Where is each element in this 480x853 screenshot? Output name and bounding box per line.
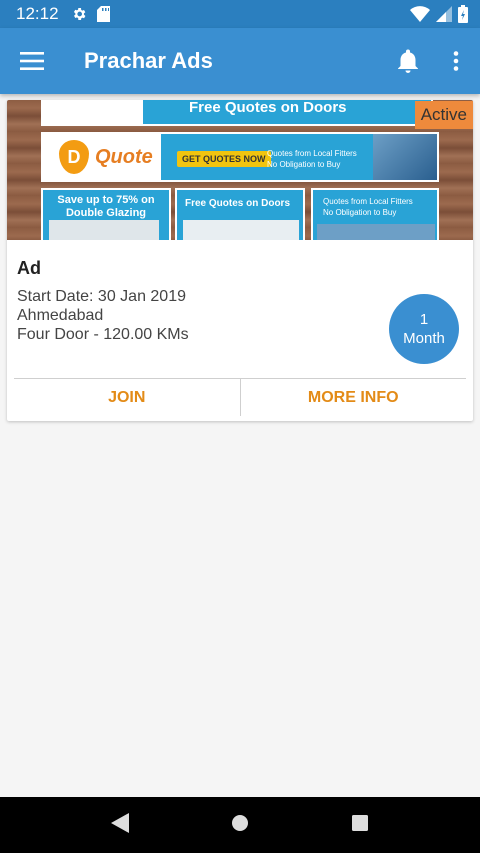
status-bar: 12:12 (0, 0, 480, 28)
banner-bullet: No Obligation to Buy (323, 208, 397, 217)
banner-bullet: No Obligation to Buy (267, 160, 341, 169)
duration-unit: Month (403, 330, 445, 347)
home-button[interactable] (231, 814, 249, 837)
battery-icon (458, 5, 468, 23)
page-title: Prachar Ads (84, 48, 213, 73)
ad-card[interactable]: Free Quotes on Doors D Quote GET QUOTES … (7, 100, 473, 421)
duration-badge: 1 Month (389, 294, 459, 364)
bell-icon (398, 49, 418, 73)
duration-number: 1 (419, 311, 429, 328)
banner-window-image (183, 220, 299, 240)
settings-icon (73, 8, 85, 20)
ad-banner-image: Free Quotes on Doors D Quote GET QUOTES … (7, 100, 473, 240)
banner-window-image (373, 134, 437, 180)
back-button[interactable] (111, 812, 129, 838)
banner-cta: GET QUOTES NOW (177, 151, 271, 167)
recents-icon (352, 814, 368, 831)
banner-ad-quote: D Quote GET QUOTES NOW Quotes from Local… (41, 132, 439, 182)
banner-window-image (317, 224, 435, 240)
start-date: Start Date: 30 Jan 2019 (17, 288, 186, 305)
banner-logo-text: Quote (95, 146, 153, 168)
banner-bullet: Quotes from Local Fitters (267, 149, 357, 158)
more-vert-icon (453, 51, 459, 71)
status-time: 12:12 (16, 4, 59, 23)
overflow-menu-button[interactable] (432, 28, 480, 94)
notifications-button[interactable] (384, 28, 432, 94)
banner-bullet: Quotes from Local Fitters (323, 197, 413, 206)
menu-button[interactable] (0, 28, 64, 94)
card-body: Ad Start Date: 30 Jan 2019 Ahmedabad Fou… (7, 240, 473, 377)
hamburger-icon (20, 52, 44, 70)
recents-button[interactable] (351, 814, 369, 837)
system-nav-bar (0, 797, 480, 853)
ad-title: Ad (17, 258, 41, 278)
more-info-button[interactable]: MORE INFO (241, 379, 467, 416)
card-actions: JOIN MORE INFO (14, 378, 466, 416)
home-icon (232, 814, 248, 831)
banner-ad-text: Free Quotes on Doors (185, 198, 291, 209)
status-badge: Active (414, 101, 473, 129)
banner-ad-glazing: Save up to 75% on Double Glazing (41, 188, 171, 240)
banner-ad-fitters: Quotes from Local Fitters No Obligation … (311, 188, 439, 240)
banner-ad-doors-small: Free Quotes on Doors (175, 188, 305, 240)
sd-card-icon (96, 6, 110, 22)
back-icon (111, 812, 129, 833)
wifi-icon (410, 6, 430, 22)
signal-icon (436, 6, 452, 22)
banner-ad-text: Save up to 75% on Double Glazing (57, 194, 155, 219)
banner-ad-doors: Free Quotes on Doors (41, 100, 433, 126)
banner-bullets: Quotes from Local Fitters No Obligation … (267, 148, 357, 170)
app-bar: Prachar Ads (0, 28, 480, 94)
join-button[interactable]: JOIN (14, 379, 240, 416)
banner-ad-text: Free Quotes on Doors (189, 100, 347, 116)
banner-window-image (49, 220, 159, 240)
banner-bullets: Quotes from Local Fitters No Obligation … (323, 196, 413, 218)
